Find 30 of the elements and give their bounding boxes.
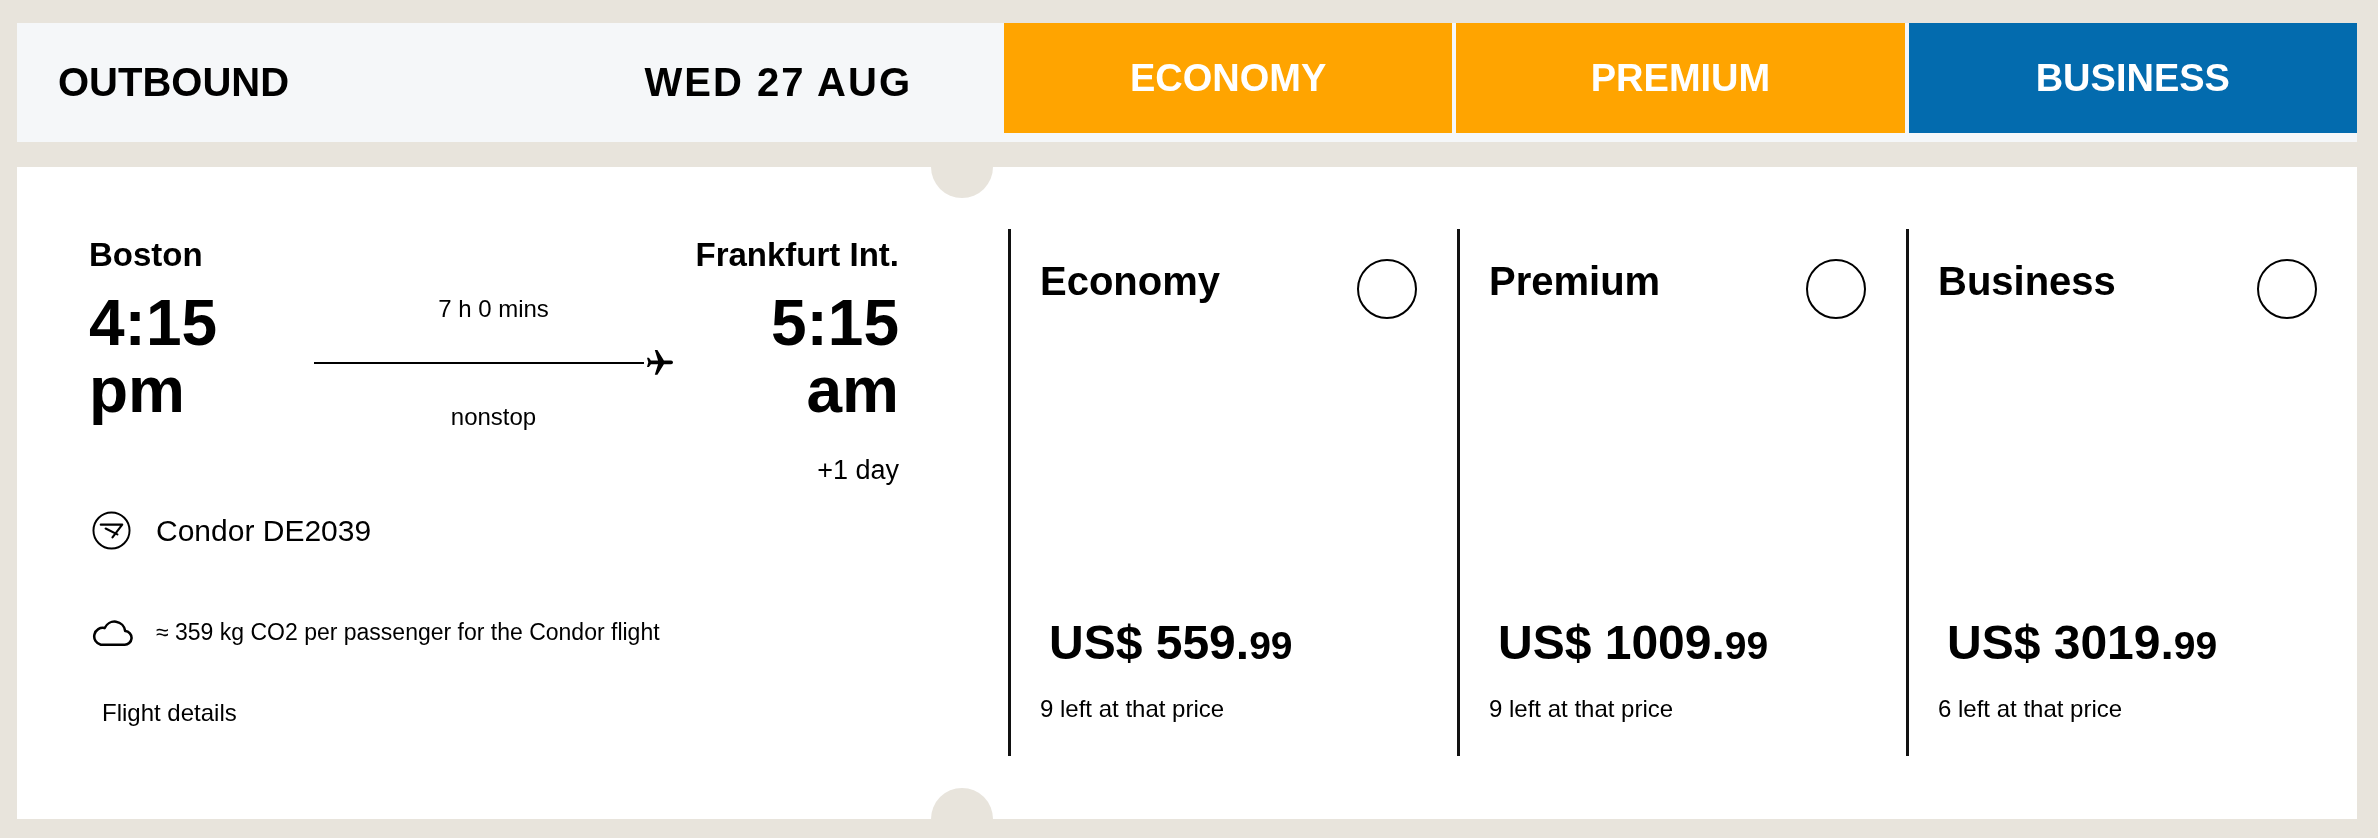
departure-time: 4:15 pm xyxy=(89,290,218,424)
airplane-icon xyxy=(647,350,673,376)
airline-logo-icon xyxy=(92,511,131,550)
cloud-icon xyxy=(92,617,133,647)
radio-button[interactable] xyxy=(1357,259,1417,319)
fare-price: US$ 1009.99 xyxy=(1498,619,1770,670)
cabin-header: ECONOMY xyxy=(1004,23,1453,133)
seats-left-text: 6 left at that price xyxy=(1938,695,2124,723)
date-label: WED 27 AUG xyxy=(644,60,912,105)
day-offset: +1 day xyxy=(817,454,899,486)
arrival-city: Frankfurt Int. xyxy=(695,236,899,274)
seats-left-text: 9 left at that price xyxy=(1040,695,1226,723)
flight-number: Condor DE2039 xyxy=(156,512,372,549)
seats-left-text: 9 left at that price xyxy=(1489,695,1675,723)
stops-label: nonstop xyxy=(450,402,537,432)
fare-title: Economy xyxy=(1040,261,1221,301)
radio-button[interactable] xyxy=(2257,259,2317,319)
flight-duration: 7 h 0 mins xyxy=(438,294,549,324)
fare-title: Business xyxy=(1938,261,2116,301)
cabin-header: PREMIUM xyxy=(1456,23,1905,133)
fare-price: US$ 559.99 xyxy=(1049,619,1294,670)
arrival-time: 5:15 am xyxy=(770,290,899,424)
flight-details-link[interactable]: Flight details xyxy=(102,699,237,727)
cabin-header: BUSINESS xyxy=(1908,23,2357,133)
direction-title: OUTBOUND xyxy=(58,60,290,105)
fare-price: US$ 3019.99 xyxy=(1947,619,2219,670)
departure-city: Boston xyxy=(89,236,204,274)
fare-title: Premium xyxy=(1489,261,1661,301)
radio-button[interactable] xyxy=(1806,259,1866,319)
emissions-text: ≈ 359 kg CO2 per passenger for the Condor flight xyxy=(156,618,660,646)
